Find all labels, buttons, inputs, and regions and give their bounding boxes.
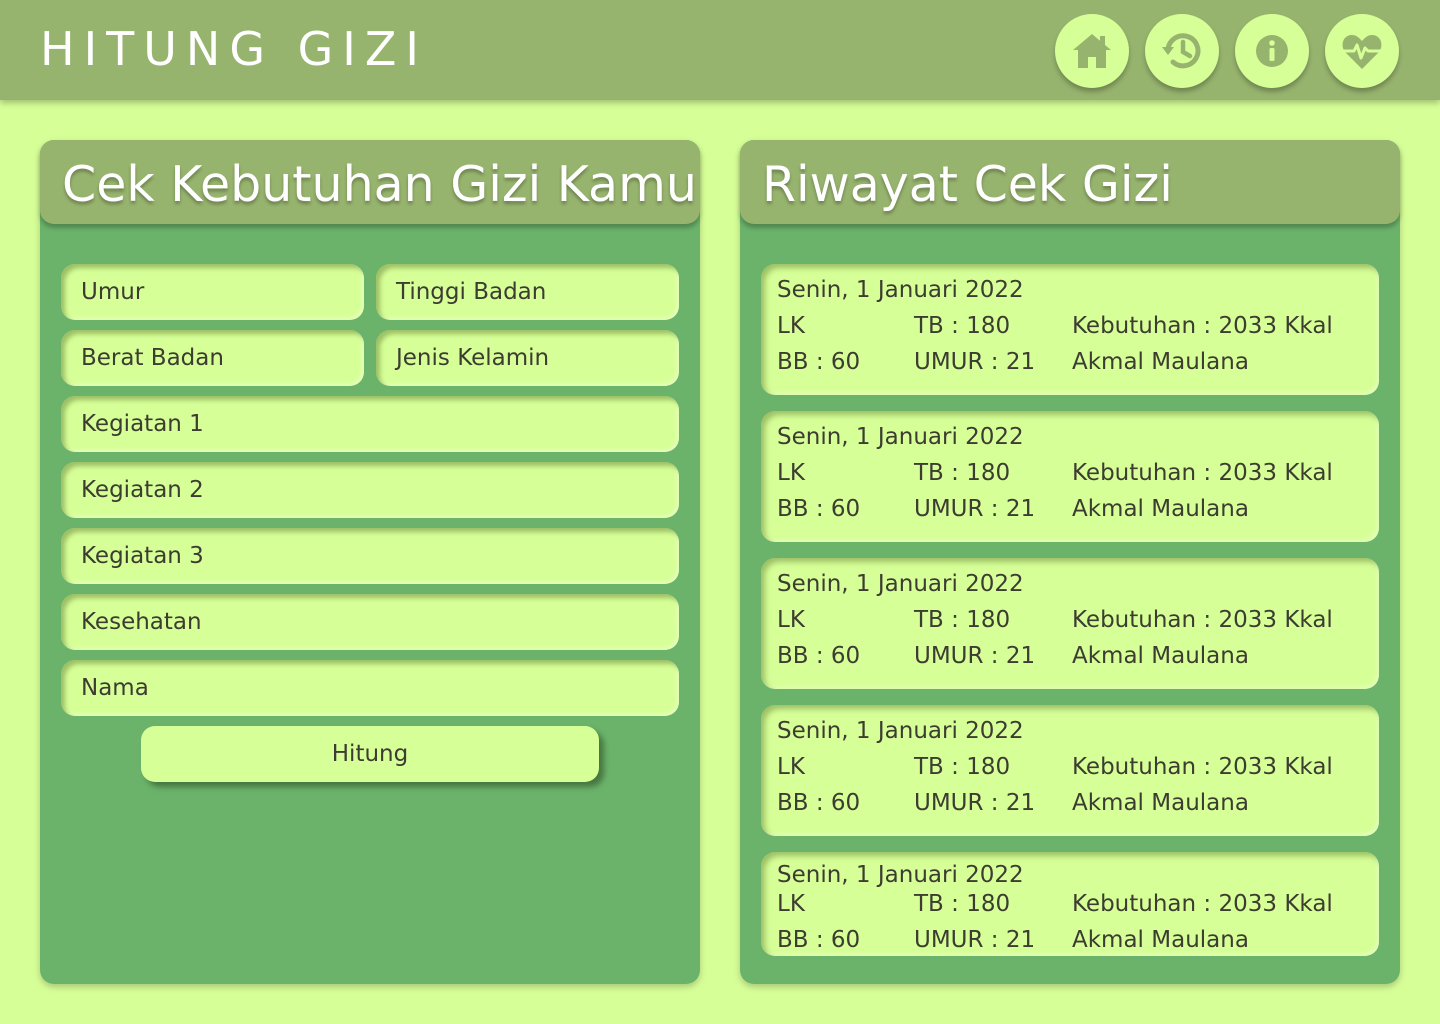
health-button[interactable]: [1325, 14, 1399, 88]
record-nama: Akmal Maulana: [1072, 643, 1249, 669]
record-bb: BB : 60: [777, 349, 861, 375]
jenis-kelamin-input[interactable]: Jenis Kelamin: [376, 330, 679, 386]
history-panel: Riwayat Cek Gizi Senin, 1 Januari 2022 L…: [740, 140, 1400, 984]
kesehatan-input[interactable]: Kesehatan: [61, 594, 679, 650]
nama-input[interactable]: Nama: [61, 660, 679, 716]
record-nama: Akmal Maulana: [1072, 349, 1249, 375]
heart-pulse-icon: [1341, 34, 1383, 69]
record-umur: UMUR : 21: [914, 349, 1036, 375]
record-nama: Akmal Maulana: [1072, 496, 1249, 522]
history-icon: [1162, 33, 1201, 69]
record-bb: BB : 60: [777, 790, 861, 816]
gizi-form-panel: Cek Kebutuhan Gizi Kamu Umur Tinggi Bada…: [40, 140, 700, 984]
history-button[interactable]: [1145, 14, 1219, 88]
record-kebutuhan: Kebutuhan : 2033 Kkal: [1072, 460, 1333, 486]
record-date: Senin, 1 Januari 2022: [777, 718, 1024, 744]
record-lk: LK: [777, 460, 805, 486]
history-card[interactable]: Senin, 1 Januari 2022 LK TB : 180 Kebutu…: [761, 852, 1379, 956]
form-title: Cek Kebutuhan Gizi Kamu: [62, 156, 697, 213]
record-lk: LK: [777, 754, 805, 780]
record-umur: UMUR : 21: [914, 927, 1036, 953]
record-tb: TB : 180: [914, 754, 1011, 780]
record-tb: TB : 180: [914, 891, 1011, 917]
home-button[interactable]: [1055, 14, 1129, 88]
record-lk: LK: [777, 313, 805, 339]
record-kebutuhan: Kebutuhan : 2033 Kkal: [1072, 313, 1333, 339]
record-lk: LK: [777, 891, 805, 917]
form-panel-header: Cek Kebutuhan Gizi Kamu: [40, 140, 700, 224]
top-bar: HITUNG GIZI: [0, 0, 1440, 100]
record-bb: BB : 60: [777, 643, 861, 669]
info-icon: [1256, 35, 1288, 67]
info-button[interactable]: [1235, 14, 1309, 88]
berat-badan-input[interactable]: Berat Badan: [61, 330, 364, 386]
kegiatan-2-input[interactable]: Kegiatan 2: [61, 462, 679, 518]
record-bb: BB : 60: [777, 496, 861, 522]
record-date: Senin, 1 Januari 2022: [777, 424, 1024, 450]
record-bb: BB : 60: [777, 927, 861, 953]
record-nama: Akmal Maulana: [1072, 927, 1249, 953]
home-icon: [1073, 34, 1111, 68]
record-umur: UMUR : 21: [914, 643, 1036, 669]
record-tb: TB : 180: [914, 607, 1011, 633]
app-title: HITUNG GIZI: [40, 22, 428, 76]
history-card[interactable]: Senin, 1 Januari 2022 LK TB : 180 Kebutu…: [761, 264, 1379, 395]
history-panel-header: Riwayat Cek Gizi: [740, 140, 1400, 224]
record-date: Senin, 1 Januari 2022: [777, 571, 1024, 597]
record-umur: UMUR : 21: [914, 496, 1036, 522]
history-card[interactable]: Senin, 1 Januari 2022 LK TB : 180 Kebutu…: [761, 411, 1379, 542]
record-nama: Akmal Maulana: [1072, 790, 1249, 816]
history-card[interactable]: Senin, 1 Januari 2022 LK TB : 180 Kebutu…: [761, 705, 1379, 836]
record-kebutuhan: Kebutuhan : 2033 Kkal: [1072, 891, 1333, 917]
record-date: Senin, 1 Januari 2022: [777, 862, 1024, 888]
umur-input[interactable]: Umur: [61, 264, 364, 320]
history-title: Riwayat Cek Gizi: [762, 156, 1173, 213]
record-tb: TB : 180: [914, 313, 1011, 339]
record-kebutuhan: Kebutuhan : 2033 Kkal: [1072, 607, 1333, 633]
kegiatan-1-input[interactable]: Kegiatan 1: [61, 396, 679, 452]
record-date: Senin, 1 Januari 2022: [777, 277, 1024, 303]
record-kebutuhan: Kebutuhan : 2033 Kkal: [1072, 754, 1333, 780]
hitung-button[interactable]: Hitung: [141, 726, 599, 782]
record-lk: LK: [777, 607, 805, 633]
tinggi-badan-input[interactable]: Tinggi Badan: [376, 264, 679, 320]
record-tb: TB : 180: [914, 460, 1011, 486]
kegiatan-3-input[interactable]: Kegiatan 3: [61, 528, 679, 584]
record-umur: UMUR : 21: [914, 790, 1036, 816]
history-card[interactable]: Senin, 1 Januari 2022 LK TB : 180 Kebutu…: [761, 558, 1379, 689]
